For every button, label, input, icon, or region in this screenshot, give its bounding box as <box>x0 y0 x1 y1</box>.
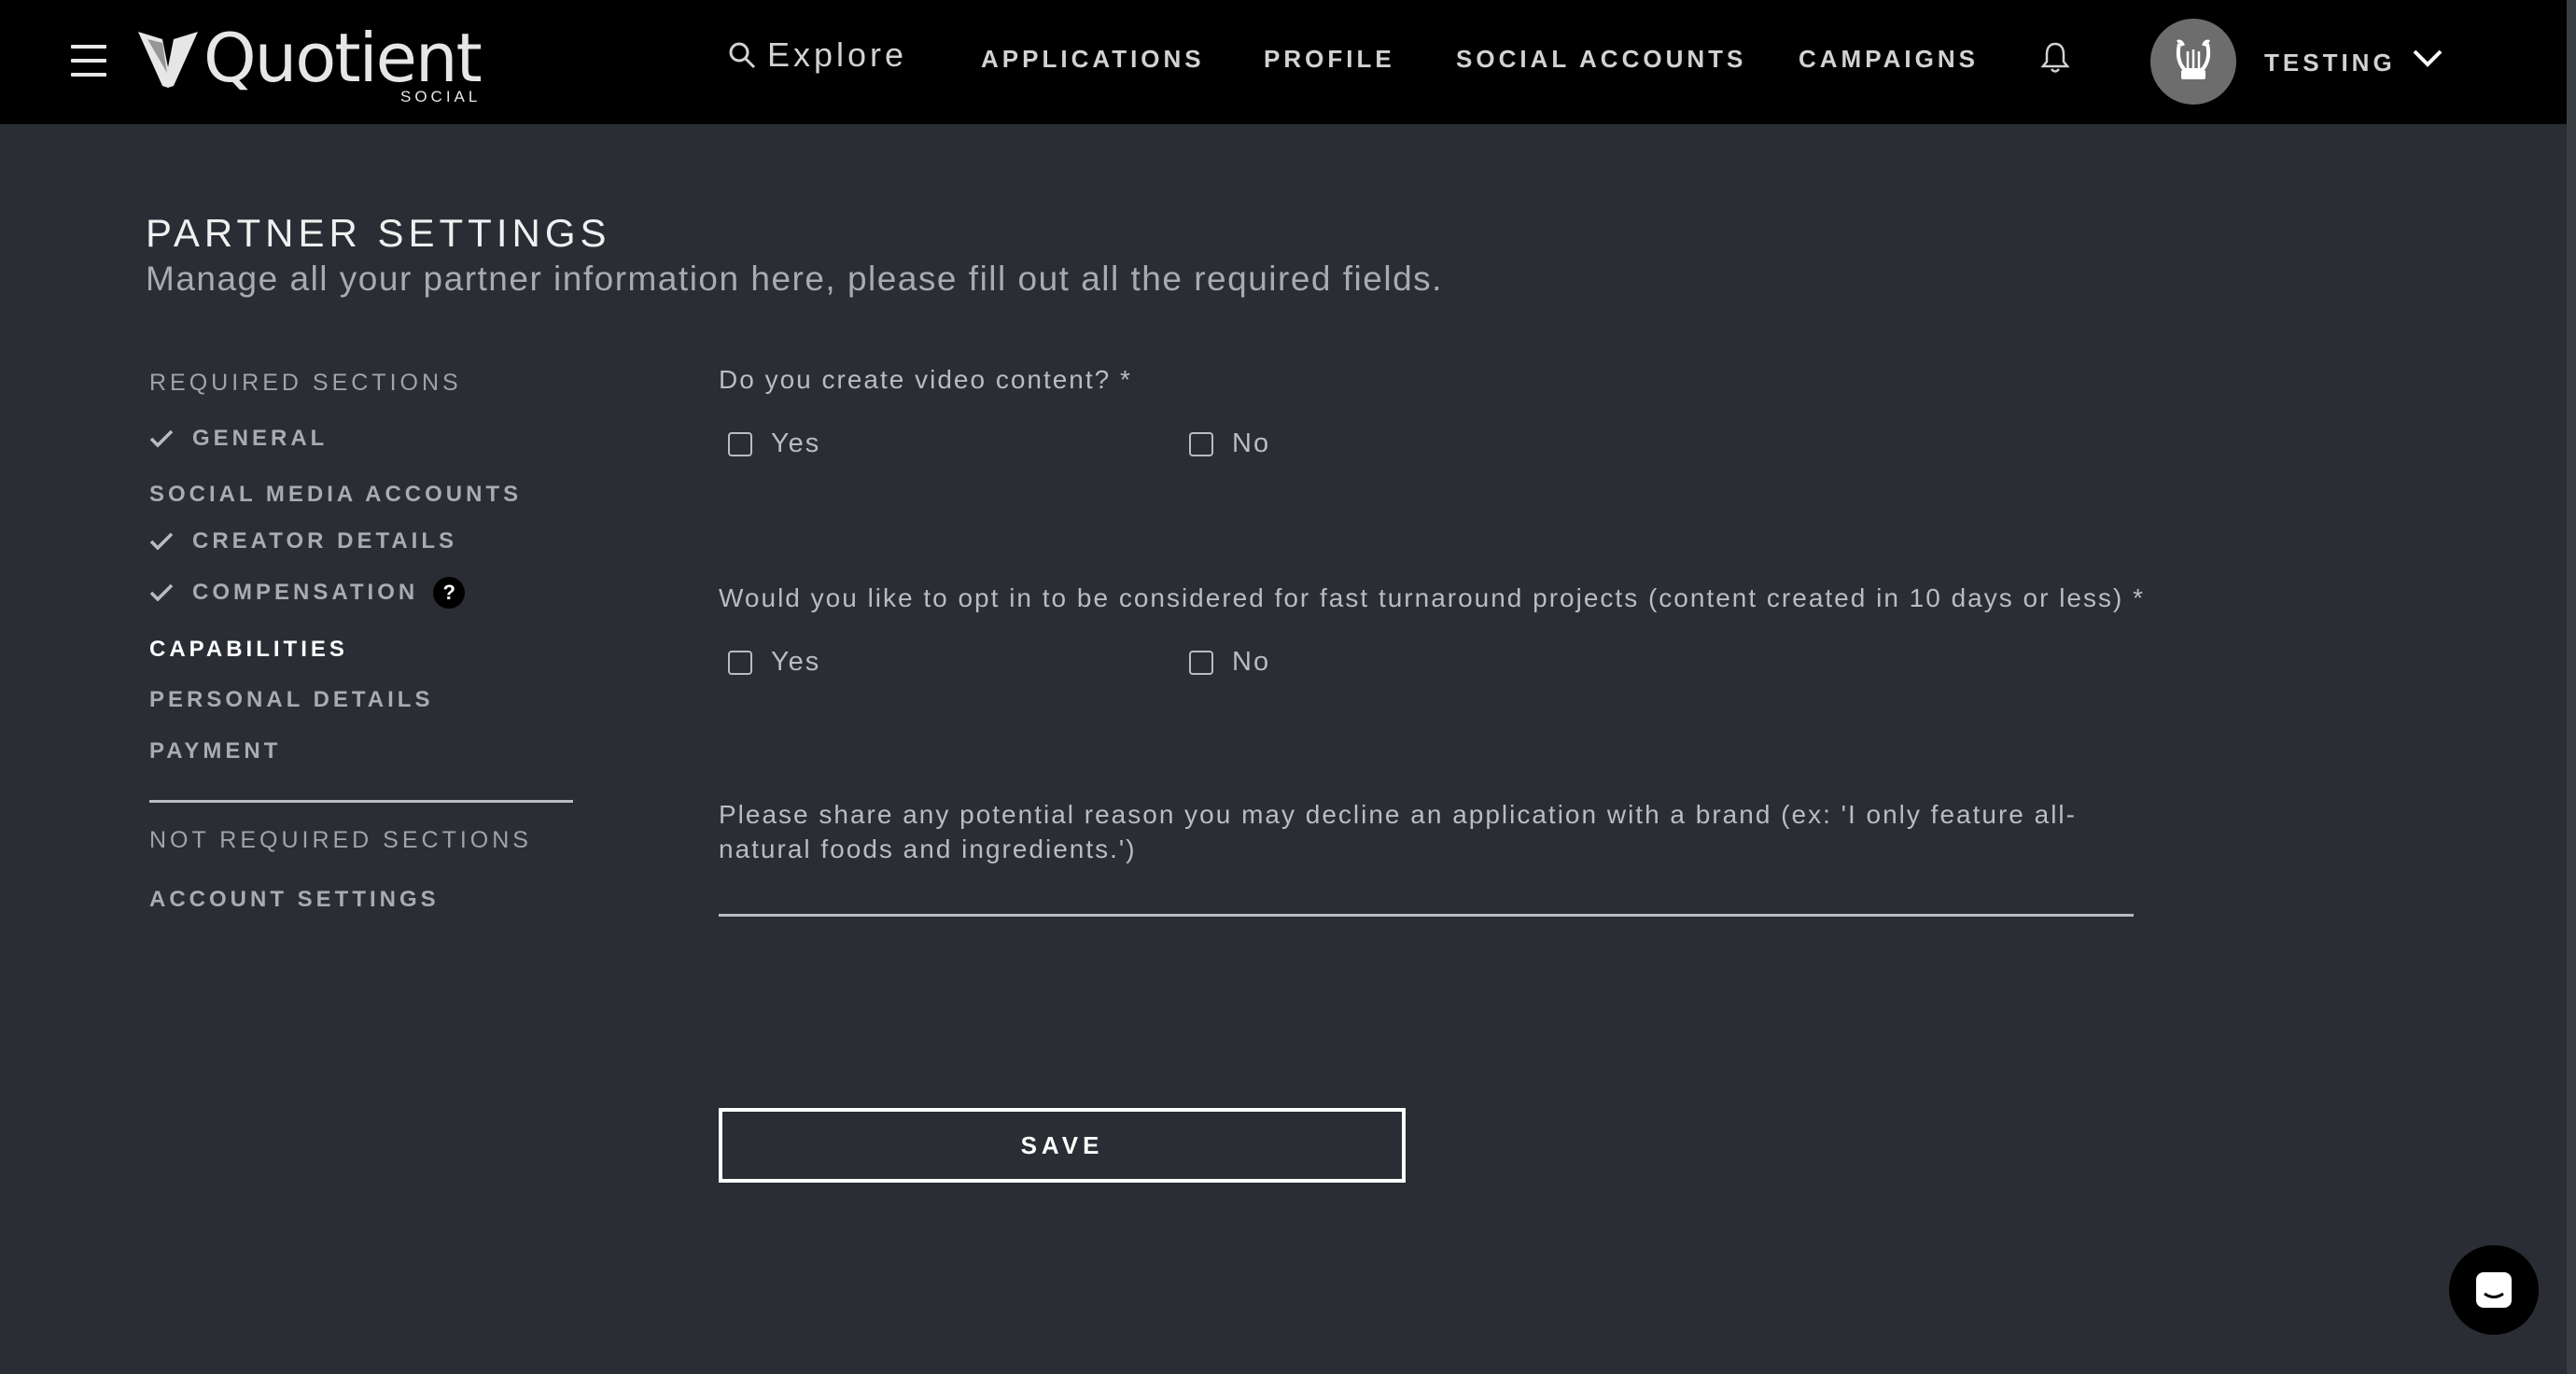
question-video-content: Do you create video content? * <box>719 365 1132 394</box>
logo-wordmark: Quotient <box>203 19 483 97</box>
sidebar-item-label: PAYMENT <box>149 738 282 764</box>
page-subtitle: Manage all your partner information here… <box>146 259 1443 298</box>
checkbox-box[interactable] <box>1189 431 1213 456</box>
sidebar-item-label: SOCIAL MEDIA ACCOUNTS <box>149 482 523 507</box>
nav-social-accounts[interactable]: SOCIAL ACCOUNTS <box>1456 45 1746 74</box>
sidebar-item-label: COMPENSATION <box>192 580 419 605</box>
video-content-no-checkbox[interactable]: No <box>1189 428 1270 459</box>
checkbox-box[interactable] <box>728 431 752 456</box>
checkbox-box[interactable] <box>728 650 752 675</box>
nav-profile[interactable]: PROFILE <box>1264 45 1395 74</box>
required-sections-heading: REQUIRED SECTIONS <box>149 370 462 396</box>
sidebar-item-personal-details[interactable]: PERSONAL DETAILS <box>149 687 433 713</box>
sidebar-item-payment[interactable]: PAYMENT <box>149 738 281 764</box>
logo-mark-icon <box>138 32 198 88</box>
sidebar-item-social-media-accounts[interactable]: SOCIAL MEDIA ACCOUNTS <box>149 482 522 508</box>
hamburger-menu-icon[interactable] <box>71 45 106 77</box>
user-avatar[interactable] <box>2150 19 2236 105</box>
not-required-sections-heading: NOT REQUIRED SECTIONS <box>149 827 532 853</box>
logo-subtext: SOCIAL <box>400 88 482 105</box>
chat-launcher-icon[interactable] <box>2449 1245 2539 1335</box>
chevron-down-icon[interactable] <box>2412 47 2443 74</box>
sidebar-item-label: CREATOR DETAILS <box>192 528 458 554</box>
explore-search[interactable]: Explore <box>728 35 907 75</box>
checkbox-box[interactable] <box>1189 650 1213 675</box>
page-title: PARTNER SETTINGS <box>146 211 611 255</box>
sidebar-item-label: GENERAL <box>192 426 329 451</box>
page-scrollbar[interactable] <box>2567 0 2576 1374</box>
sidebar-item-general[interactable]: GENERAL <box>149 426 328 452</box>
sidebar-divider <box>149 800 573 803</box>
nav-applications[interactable]: APPLICATIONS <box>981 45 1205 74</box>
save-button[interactable]: SAVE <box>719 1108 1406 1183</box>
option-label: No <box>1232 428 1271 458</box>
sidebar-item-creator-details[interactable]: CREATOR DETAILS <box>149 528 457 554</box>
sidebar-item-account-settings[interactable]: ACCOUNT SETTINGS <box>149 887 440 913</box>
option-label: No <box>1232 647 1271 677</box>
option-label: Yes <box>771 647 821 677</box>
lyre-icon <box>2176 39 2211 79</box>
notifications-bell-icon[interactable] <box>2040 41 2070 79</box>
user-name[interactable]: TESTING <box>2264 49 2396 77</box>
fast-turnaround-yes-checkbox[interactable]: Yes <box>728 647 820 678</box>
decline-reason-input[interactable] <box>719 877 2134 917</box>
checkmark-icon <box>149 582 175 603</box>
sidebar-item-label: CAPABILITIES <box>149 637 348 662</box>
video-content-yes-checkbox[interactable]: Yes <box>728 428 820 459</box>
help-icon[interactable]: ? <box>433 577 466 609</box>
sidebar-item-capabilities[interactable]: CAPABILITIES <box>149 637 348 663</box>
option-label: Yes <box>771 428 821 458</box>
checkmark-icon <box>149 531 175 552</box>
nav-campaigns[interactable]: CAMPAIGNS <box>1799 45 1979 74</box>
explore-label: Explore <box>767 35 908 74</box>
top-navigation-bar: Quotient SOCIAL Explore APPLICATIONS PRO… <box>0 0 2567 124</box>
sidebar-item-compensation[interactable]: COMPENSATION ? <box>149 577 466 609</box>
decline-reason-label: Please share any potential reason you ma… <box>719 800 2077 863</box>
question-fast-turnaround: Would you like to opt in to be considere… <box>719 583 2145 612</box>
sidebar-item-label: PERSONAL DETAILS <box>149 687 434 712</box>
sidebar-item-label: ACCOUNT SETTINGS <box>149 887 440 912</box>
search-icon <box>729 42 756 69</box>
checkmark-icon <box>149 428 175 449</box>
fast-turnaround-no-checkbox[interactable]: No <box>1189 647 1270 678</box>
